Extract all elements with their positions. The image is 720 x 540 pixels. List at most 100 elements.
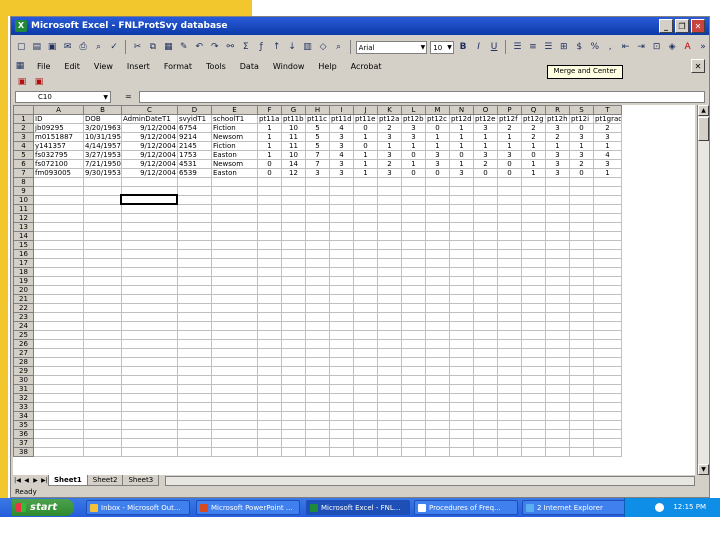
cell[interactable]: 0 xyxy=(473,168,498,178)
cell[interactable] xyxy=(401,312,426,322)
cell[interactable] xyxy=(33,204,84,214)
cell[interactable]: 3 xyxy=(425,159,450,169)
cell[interactable] xyxy=(497,195,522,205)
cell[interactable] xyxy=(281,366,306,376)
cell[interactable] xyxy=(305,240,330,250)
cell[interactable] xyxy=(425,276,450,286)
cell[interactable]: Fiction xyxy=(211,141,258,151)
cell[interactable]: 2145 xyxy=(177,141,212,151)
cell[interactable] xyxy=(33,429,84,439)
cell[interactable] xyxy=(497,267,522,277)
cell[interactable]: 3 xyxy=(569,150,594,160)
cell[interactable]: pt12e xyxy=(473,114,498,124)
maximize-button[interactable]: ❐ xyxy=(675,19,689,33)
cell[interactable] xyxy=(305,393,330,403)
cell[interactable] xyxy=(401,366,426,376)
close-button[interactable]: ✕ xyxy=(691,19,705,33)
cell[interactable] xyxy=(353,258,378,268)
cell[interactable]: pt12b xyxy=(401,114,426,124)
menu-file[interactable]: File xyxy=(35,62,52,71)
cell[interactable]: 1 xyxy=(353,150,378,160)
cell[interactable] xyxy=(83,285,122,295)
cell[interactable] xyxy=(33,366,84,376)
row-header[interactable]: 6 xyxy=(13,159,34,169)
tab-sheet2[interactable]: Sheet2 xyxy=(86,475,124,486)
cell[interactable] xyxy=(353,447,378,457)
cell[interactable]: 1 xyxy=(497,132,522,142)
cell[interactable] xyxy=(305,330,330,340)
cell[interactable]: 5 xyxy=(305,123,330,133)
select-all-corner[interactable] xyxy=(13,105,34,115)
cell[interactable] xyxy=(329,213,354,223)
cell[interactable] xyxy=(211,312,258,322)
row-header[interactable]: 28 xyxy=(13,357,34,367)
taskbar-item[interactable]: Microsoft Excel - FNL... xyxy=(306,500,410,515)
cell[interactable] xyxy=(353,285,378,295)
cell[interactable] xyxy=(521,231,546,241)
taskbar-item[interactable]: 2 Internet Explorer xyxy=(522,500,626,515)
cell[interactable] xyxy=(377,330,402,340)
cell[interactable] xyxy=(305,447,330,457)
cell[interactable] xyxy=(545,258,570,268)
cell[interactable]: 2 xyxy=(593,123,622,133)
cell[interactable] xyxy=(83,348,122,358)
column-header-a[interactable]: A xyxy=(33,105,84,115)
cell[interactable] xyxy=(211,384,258,394)
cell[interactable] xyxy=(449,303,474,313)
row-header[interactable]: 16 xyxy=(13,249,34,259)
cell[interactable] xyxy=(353,375,378,385)
cell[interactable] xyxy=(545,249,570,259)
cell[interactable] xyxy=(329,375,354,385)
cell[interactable] xyxy=(281,447,306,457)
row-header[interactable]: 31 xyxy=(13,384,34,394)
cell[interactable] xyxy=(497,303,522,313)
column-header-s[interactable]: S xyxy=(569,105,594,115)
cell[interactable] xyxy=(177,213,212,223)
cell[interactable] xyxy=(497,357,522,367)
cell[interactable] xyxy=(83,384,122,394)
align-right-icon[interactable]: ☰ xyxy=(542,40,554,54)
cell[interactable] xyxy=(329,429,354,439)
row-header[interactable]: 26 xyxy=(13,339,34,349)
cell[interactable] xyxy=(545,294,570,304)
cell[interactable]: 0 xyxy=(569,168,594,178)
cell[interactable] xyxy=(521,447,546,457)
cell[interactable] xyxy=(281,420,306,430)
cell[interactable] xyxy=(497,402,522,412)
cell[interactable] xyxy=(281,276,306,286)
cell[interactable] xyxy=(353,366,378,376)
cell[interactable] xyxy=(497,276,522,286)
cell[interactable] xyxy=(353,357,378,367)
cell[interactable] xyxy=(305,402,330,412)
cell[interactable] xyxy=(329,249,354,259)
cell[interactable] xyxy=(211,285,258,295)
cell[interactable] xyxy=(425,213,450,223)
cell[interactable]: 2 xyxy=(473,159,498,169)
cell[interactable] xyxy=(449,294,474,304)
cell[interactable] xyxy=(33,447,84,457)
cell[interactable] xyxy=(449,366,474,376)
cell[interactable] xyxy=(401,420,426,430)
cell[interactable] xyxy=(305,321,330,331)
cell[interactable] xyxy=(329,357,354,367)
taskbar-item[interactable]: Inbox - Microsoft Out... xyxy=(86,500,190,515)
cell[interactable]: 0 xyxy=(257,168,282,178)
chart-wizard-icon[interactable]: ▥ xyxy=(301,40,313,54)
cell[interactable] xyxy=(329,204,354,214)
cell[interactable] xyxy=(593,195,622,205)
cell[interactable]: 9/12/2004 xyxy=(121,132,178,142)
cell[interactable]: m0151887 xyxy=(33,132,84,142)
cell[interactable] xyxy=(593,438,622,448)
cell[interactable] xyxy=(211,411,258,421)
cell[interactable] xyxy=(521,348,546,358)
cell[interactable] xyxy=(545,411,570,421)
row-header[interactable]: 19 xyxy=(13,276,34,286)
cell[interactable] xyxy=(257,348,282,358)
cell[interactable] xyxy=(569,204,594,214)
cell[interactable]: pt11a xyxy=(257,114,282,124)
cell[interactable] xyxy=(593,393,622,403)
cell[interactable] xyxy=(521,195,546,205)
cell[interactable]: 9/12/2004 xyxy=(121,159,178,169)
cell[interactable] xyxy=(401,447,426,457)
cell[interactable] xyxy=(449,240,474,250)
